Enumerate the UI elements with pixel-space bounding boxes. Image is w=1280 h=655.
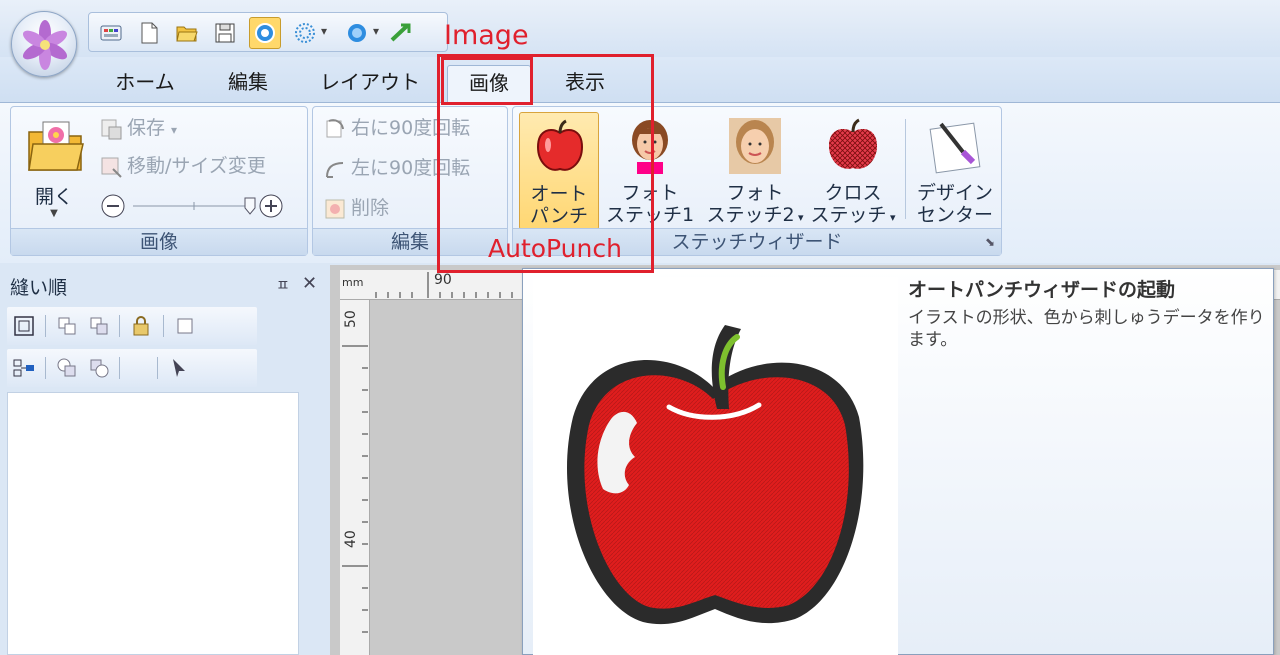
blue-circle-icon[interactable] xyxy=(345,21,369,45)
stitch-circle-icon[interactable] xyxy=(253,21,277,45)
image-group-label: 画像 xyxy=(11,228,307,255)
rotate-left-icon xyxy=(323,157,347,181)
palette-icon[interactable] xyxy=(99,21,123,45)
stitch-wizard-label-text: ステッチウィザード xyxy=(671,231,843,253)
tab-edit[interactable]: 編集 xyxy=(208,65,288,99)
dialog-launcher-icon[interactable]: ⬊ xyxy=(985,229,995,256)
order-forward-icon[interactable] xyxy=(55,356,79,380)
transfer-icon[interactable] xyxy=(389,21,413,45)
panel-toolbar-bottom xyxy=(7,349,257,387)
open-folder-icon[interactable] xyxy=(175,21,199,45)
burst-dropdown-icon[interactable]: ▾ xyxy=(321,24,327,38)
annotation-autopunch-label: AutoPunch xyxy=(488,234,622,263)
sewing-order-panel: 縫い順 ㅍ ✕ xyxy=(0,265,330,655)
panel-header: 縫い順 ㅍ ✕ xyxy=(0,265,330,303)
design-center-label: デザイン センター xyxy=(913,182,997,226)
open-folder-icon xyxy=(28,121,84,171)
open-button[interactable]: 開く ▼ xyxy=(17,112,91,230)
tab-home[interactable]: ホーム xyxy=(100,65,190,99)
lock-icon[interactable] xyxy=(129,314,153,338)
panel-title: 縫い順 xyxy=(10,277,68,299)
save-image-icon xyxy=(99,117,123,141)
design-brush-icon xyxy=(929,122,981,174)
photo-stitch-2-button[interactable]: フォト ステッチ2 ▾ xyxy=(703,112,807,230)
fit-view-icon[interactable] xyxy=(12,314,36,338)
frame-icon[interactable] xyxy=(173,314,197,338)
portrait-girl-mosaic-icon xyxy=(729,118,781,174)
rotate-right-icon xyxy=(323,117,347,141)
photo-stitch-2-label: フォト ステッチ2 ▾ xyxy=(703,182,807,229)
sequence-icon[interactable] xyxy=(12,356,36,380)
design-label-line2: センター xyxy=(916,204,993,226)
delete-label: 削除 xyxy=(351,197,390,219)
cross-stitch-apple-icon xyxy=(829,118,877,169)
cross-label-line2: ステッチ xyxy=(810,204,887,226)
burst-icon[interactable] xyxy=(293,21,317,45)
move-resize-label: 移動/サイズ変更 xyxy=(127,155,266,177)
design-label-line1: デザイン xyxy=(916,182,993,204)
pin-icon[interactable]: ㅍ xyxy=(276,274,290,295)
ruler-ticks-top xyxy=(375,272,525,298)
ribbon-group-image: 開く ▼ 保存 ▾ 移動/サイズ変更 画像 xyxy=(10,106,308,256)
tooltip-preview-image xyxy=(533,277,898,655)
ruler-unit: mm xyxy=(342,276,364,289)
circle-dropdown-icon[interactable]: ▾ xyxy=(373,24,379,38)
move-resize-icon xyxy=(99,155,123,179)
vertical-ruler: 50 40 xyxy=(340,300,370,655)
cross-label-line1: クロス xyxy=(824,182,882,204)
close-icon[interactable]: ✕ xyxy=(302,273,317,294)
pointer-icon[interactable] xyxy=(167,356,191,380)
quick-access-toolbar: ▾ ▾ xyxy=(88,12,448,52)
sewing-order-list[interactable] xyxy=(7,392,299,655)
embroidered-apple-icon xyxy=(567,325,864,625)
save-label: 保存 xyxy=(127,117,166,139)
ribbon-separator xyxy=(905,119,906,219)
photo2-label-line1: フォト xyxy=(726,182,784,204)
delete-icon xyxy=(323,197,347,221)
flower-icon xyxy=(22,20,68,70)
ungroup-icon[interactable] xyxy=(87,314,111,338)
order-backward-icon[interactable] xyxy=(87,356,111,380)
autopunch-tooltip: オートパンチウィザードの起動 イラストの形状、色から刺しゅうデータを作ります。 xyxy=(522,268,1274,655)
tooltip-description: イラストの形状、色から刺しゅうデータを作ります。 xyxy=(908,308,1265,350)
tooltip-title: オートパンチウィザードの起動 xyxy=(908,279,1175,301)
delete-button[interactable]: 削除 xyxy=(323,193,389,223)
open-label: 開く xyxy=(34,186,73,208)
tab-layout[interactable]: レイアウト xyxy=(310,65,430,99)
save-icon[interactable] xyxy=(213,21,237,45)
ruler-ticks-left xyxy=(342,345,368,633)
move-resize-button[interactable]: 移動/サイズ変更 xyxy=(99,151,266,181)
cross-stitch-button[interactable]: クロス ステッチ ▾ xyxy=(809,112,897,230)
annotation-image-label: Image xyxy=(444,20,529,51)
new-file-icon[interactable] xyxy=(137,21,161,45)
photo2-label-line2: ステッチ2 xyxy=(706,204,795,226)
zoom-slider-track xyxy=(101,194,283,218)
design-center-button[interactable]: デザイン センター xyxy=(913,112,997,230)
save-button[interactable]: 保存 ▾ xyxy=(99,113,177,143)
zoom-slider[interactable] xyxy=(99,191,289,221)
app-menu-button[interactable] xyxy=(11,11,77,77)
cross-stitch-label: クロス ステッチ ▾ xyxy=(810,182,896,226)
panel-toolbar-top xyxy=(7,307,257,345)
group-icon[interactable] xyxy=(55,314,79,338)
open-dropdown-icon: ▼ xyxy=(50,208,58,219)
